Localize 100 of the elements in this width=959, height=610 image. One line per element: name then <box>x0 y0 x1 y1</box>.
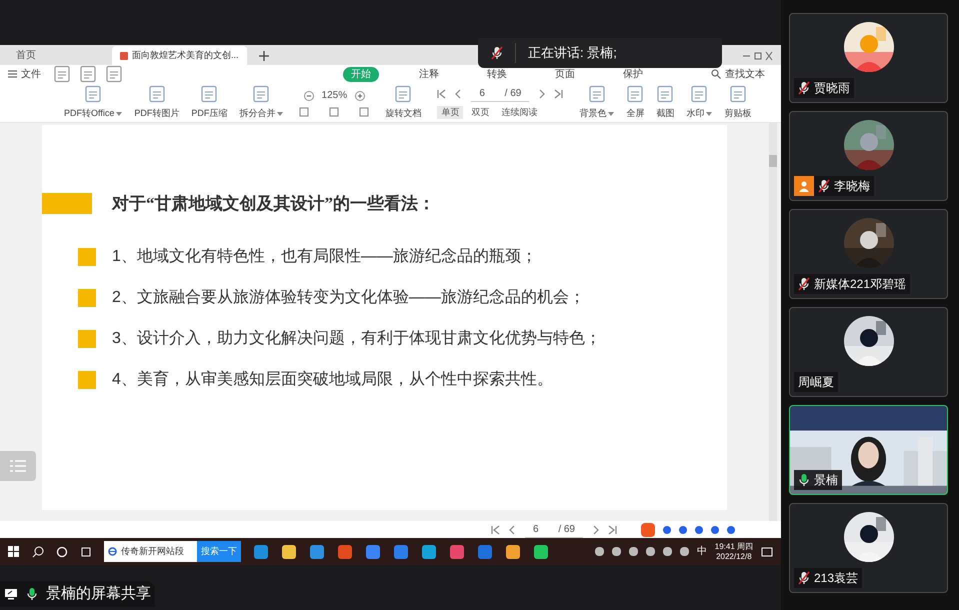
search-icon[interactable] <box>32 546 44 558</box>
next-page-icon[interactable] <box>591 524 600 534</box>
toolbar-button[interactable]: 水印 <box>682 84 716 120</box>
document-icon <box>626 84 644 103</box>
person-icon <box>798 180 810 192</box>
microphone-icon <box>798 473 810 487</box>
toolbar-button[interactable]: 旋转文档 <box>381 84 426 120</box>
menu-icon <box>8 70 17 78</box>
document-icon <box>690 84 708 103</box>
find-text-button[interactable]: 查找文本 <box>711 66 765 82</box>
taskbar-app-icon[interactable] <box>337 544 353 560</box>
taskbar-app-icon[interactable] <box>281 544 297 560</box>
screen-share-text: 景楠的屏幕共享 <box>46 584 151 604</box>
notification-icon[interactable] <box>761 546 773 558</box>
toolbar-button[interactable]: 全屏 <box>622 84 648 120</box>
sogou-ime-icon <box>641 522 655 536</box>
file-menu[interactable]: 文件 <box>8 66 41 82</box>
taskbar-app-icon[interactable] <box>253 544 269 560</box>
fit-page-icon[interactable] <box>329 107 340 117</box>
zoom-in-icon[interactable] <box>355 90 366 100</box>
fit-page-icon[interactable] <box>359 107 370 117</box>
taskbar-app-icon[interactable] <box>309 544 325 560</box>
view-mode-button[interactable]: 单页 <box>437 106 464 120</box>
toolbar-button[interactable]: PDF转Office <box>60 84 126 120</box>
taskbar-app-icon[interactable] <box>533 544 549 560</box>
ribbon-tab[interactable]: 页面 <box>547 66 583 82</box>
fit-page-icon[interactable] <box>299 107 310 117</box>
bullet-square <box>78 371 96 389</box>
clock[interactable]: 19:41 周四 2022/12/8 <box>714 542 753 562</box>
scrollbar-thumb <box>769 155 777 167</box>
view-mode-button[interactable]: 连续阅读 <box>497 106 542 120</box>
taskbar-app-icon[interactable] <box>449 544 465 560</box>
first-page-icon[interactable] <box>437 88 446 99</box>
heading-marker <box>42 193 92 214</box>
first-page-icon[interactable] <box>491 524 500 534</box>
previous-page-icon[interactable] <box>454 88 464 99</box>
bullet-text: 2、文旅融合要从旅游体验转变为文化体验——旅游纪念品的机会； <box>112 288 585 308</box>
browser-icon <box>108 547 117 556</box>
ribbon-tab[interactable]: 保护 <box>615 66 651 82</box>
view-mode-button[interactable]: 双页 <box>467 106 494 120</box>
document-icon <box>148 84 166 103</box>
muted-microphone-icon <box>798 571 810 585</box>
document-icon <box>200 84 218 103</box>
next-page-icon[interactable] <box>537 88 546 99</box>
document-icon <box>84 84 102 103</box>
window-controls <box>743 51 773 61</box>
zoom-out-icon[interactable] <box>304 90 314 100</box>
participant-name: 李晓梅 <box>834 178 870 195</box>
task-view-icon[interactable] <box>80 546 92 558</box>
caret-icon <box>706 112 712 116</box>
microphone-icon <box>26 587 38 601</box>
toolbar-button[interactable]: 背景色 <box>575 84 618 120</box>
caret-icon <box>277 112 284 116</box>
toolbar-button[interactable]: PDF转图片 <box>130 84 184 120</box>
pdf-file-icon <box>120 52 128 60</box>
bullet-text: 4、美育，从审美感知层面突破地域局限，从个性中探索共性。 <box>112 369 553 390</box>
taskbar-app-icon[interactable] <box>365 544 381 560</box>
page-field[interactable]: 6 / 69 <box>471 86 530 102</box>
new-tab-icon[interactable] <box>258 51 269 61</box>
taskbar-search-field[interactable]: 传奇新开网站段 <box>104 541 197 562</box>
caret-icon <box>116 112 122 116</box>
document-icon <box>728 84 747 103</box>
quick-access-icon <box>105 65 123 83</box>
toolbar-button[interactable]: 截图 <box>652 84 678 120</box>
bullet-square <box>78 289 96 307</box>
bullet-text: 3、设计介入，助力文化解决问题，有利于体现甘肃文化优势与特色； <box>112 328 601 349</box>
quick-access-icon <box>79 65 97 83</box>
toolbar-button[interactable]: 剪贴板 <box>720 84 756 120</box>
document-tab[interactable]: 首页 <box>8 46 108 65</box>
zoom-level[interactable]: 125% <box>322 88 348 103</box>
toolbar-button[interactable]: PDF压缩 <box>187 84 232 120</box>
taskbar-app-icon[interactable] <box>421 544 437 560</box>
document-icon <box>588 84 606 103</box>
previous-page-icon[interactable] <box>508 524 517 534</box>
participant-name: 周崛夏 <box>798 374 834 391</box>
screen-share-icon <box>4 588 18 600</box>
last-page-icon[interactable] <box>554 88 564 99</box>
cortana-icon[interactable] <box>56 546 68 558</box>
participant-name: 新媒体221邓碧瑶 <box>814 276 906 293</box>
toolbar-button[interactable]: 拆分合并 <box>235 84 288 120</box>
taskbar-app-icon[interactable] <box>505 544 521 560</box>
search-button[interactable]: 搜索一下 <box>197 541 241 562</box>
slide-heading: 对于“甘肃地域文创及其设计”的一些看法： <box>112 193 435 215</box>
bullet-square <box>78 248 96 266</box>
participant-name: 贾晓雨 <box>814 80 850 97</box>
muted-microphone-icon <box>798 277 810 291</box>
caret-icon <box>608 112 614 116</box>
document-tab[interactable]: 面向敦煌艺术美育的文创... <box>112 46 247 65</box>
ribbon-tab[interactable]: 转换 <box>479 66 515 82</box>
last-page-icon[interactable] <box>608 524 617 534</box>
windows-start-icon[interactable] <box>8 546 20 558</box>
ribbon-tab[interactable]: 注释 <box>411 66 447 82</box>
search-icon <box>711 69 721 79</box>
participant-name: 景楠 <box>814 472 838 489</box>
bullet-square <box>78 330 96 348</box>
bullet-text: 1、地域文化有特色性，也有局限性——旅游纪念品的瓶颈； <box>112 246 537 267</box>
input-method-indicator[interactable]: 中 <box>696 544 707 559</box>
taskbar-app-icon[interactable] <box>393 544 409 560</box>
participant-name: 213袁芸 <box>814 570 858 587</box>
quick-access-icon <box>53 65 71 83</box>
